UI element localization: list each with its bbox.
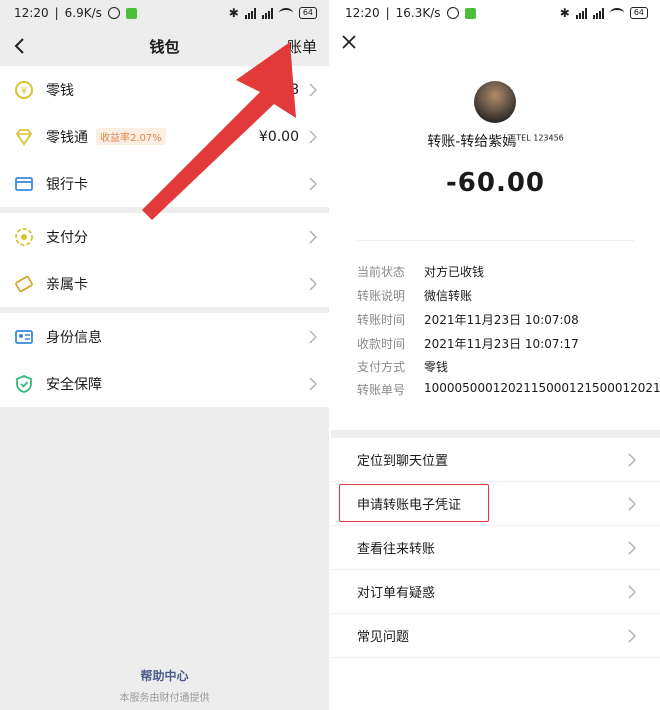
status-time: 12:20: [345, 6, 380, 20]
pay-score-icon: [14, 227, 34, 247]
battery-icon: 64: [298, 7, 317, 19]
red-highlight-annotation: [339, 484, 489, 522]
alarm-icon: [446, 7, 459, 19]
wallet-group-1: ¥ 零钱 9.68 零钱通 收益率2.07% ¥0.00 银行卡: [0, 66, 329, 207]
signal-icon: [244, 7, 256, 19]
diamond-icon: [14, 127, 34, 147]
row-label: 身份信息: [46, 329, 102, 346]
row-value: ¥0.00: [258, 128, 299, 145]
detail-row-pay-method: 支付方式 零钱: [357, 360, 449, 374]
row-value: 9.68: [267, 81, 299, 98]
status-speed: 6.9K/s: [64, 6, 102, 20]
wallet-row-change[interactable]: ¥ 零钱 9.68: [0, 66, 329, 113]
status-bar: 12:20 | 6.9K/s ✱ 64: [0, 0, 329, 26]
alarm-icon: [107, 7, 120, 19]
detail-row-note: 转账说明 微信转账: [357, 289, 473, 303]
back-arrow-icon[interactable]: [12, 36, 28, 56]
wallet-row-identity[interactable]: 身份信息: [0, 313, 329, 360]
bank-card-icon: [14, 174, 34, 194]
payee-line: 转账-转给紫嫣TEL 123456: [331, 131, 660, 151]
wallet-row-security[interactable]: 安全保障: [0, 360, 329, 407]
detail-row-order-no: 转账单号 100005000120211500012150001202171: [357, 381, 660, 397]
status-time: 12:20: [14, 6, 49, 20]
chevron-right-icon: [628, 541, 636, 555]
chevron-right-icon: [628, 497, 636, 511]
chevron-right-icon: [628, 629, 636, 643]
id-card-icon: [14, 327, 34, 347]
close-icon[interactable]: [341, 34, 357, 50]
action-view-transfers[interactable]: 查看往来转账: [331, 526, 660, 570]
transfer-detail-screen: 12:20 | 16.3K/s ✱ 64 转账-转给紫嫣TEL 123456 -…: [331, 0, 660, 710]
family-card-icon: [14, 274, 34, 294]
detail-row-transfer-time: 转账时间 2021年11月23日 10:07:08: [357, 313, 579, 327]
action-locate-chat[interactable]: 定位到聊天位置: [331, 438, 660, 482]
action-order-question[interactable]: 对订单有疑惑: [331, 570, 660, 614]
wallet-group-2: 支付分 亲属卡: [0, 213, 329, 307]
row-label: 银行卡: [46, 176, 88, 193]
signal-icon-2: [592, 7, 604, 19]
chevron-right-icon: [628, 585, 636, 599]
chevron-right-icon: [309, 330, 317, 344]
chevron-right-icon: [309, 83, 317, 97]
yield-badge: 收益率2.07%: [96, 128, 166, 145]
bluetooth-icon: ✱: [228, 6, 239, 20]
status-speed: 16.3K/s: [395, 6, 441, 20]
separator: [357, 240, 634, 241]
wallet-row-pay-score[interactable]: 支付分: [0, 213, 329, 260]
action-faq[interactable]: 常见问题: [331, 614, 660, 658]
chevron-right-icon: [309, 130, 317, 144]
row-label: 零钱通: [46, 129, 88, 146]
wallet-row-family-card[interactable]: 亲属卡: [0, 260, 329, 307]
app-notification-icon: [464, 7, 476, 19]
app-notification-icon: [125, 7, 137, 19]
payee-avatar: [474, 81, 516, 123]
signal-icon-2: [261, 7, 273, 19]
bill-button[interactable]: 账单: [287, 36, 317, 57]
signal-icon: [575, 7, 587, 19]
wifi-icon: [609, 8, 624, 18]
transfer-amount: -60.00: [445, 168, 546, 198]
row-label: 零钱: [46, 82, 74, 99]
payee-name: 转账-转给紫嫣: [427, 134, 517, 150]
wallet-row-lingqiantong[interactable]: 零钱通 收益率2.07% ¥0.00: [0, 113, 329, 160]
payee-tel: TEL 123456: [516, 133, 564, 143]
row-label: 支付分: [46, 229, 88, 246]
battery-icon: 64: [629, 7, 648, 19]
nav-bar: 钱包 账单: [0, 26, 329, 66]
wallet-screen: 12:20 | 6.9K/s ✱ 64 钱包 账单 ¥ 零钱 9.68 零钱通 …: [0, 0, 329, 710]
detail-row-status: 当前状态 对方已收钱: [357, 265, 485, 279]
wifi-icon: [278, 8, 293, 18]
wallet-row-bank-card[interactable]: 银行卡: [0, 160, 329, 207]
chevron-right-icon: [628, 453, 636, 467]
chevron-right-icon: [309, 177, 317, 191]
service-provider-note: 本服务由财付通提供: [119, 693, 210, 704]
row-label: 安全保障: [46, 376, 102, 393]
shield-icon: [14, 374, 34, 394]
row-label: 亲属卡: [46, 276, 88, 293]
coin-icon: ¥: [14, 80, 34, 100]
chevron-right-icon: [309, 277, 317, 291]
page-title: 钱包: [149, 37, 180, 56]
wallet-group-3: 身份信息 安全保障: [0, 313, 329, 407]
detail-row-receive-time: 收款时间 2021年11月23日 10:07:17: [357, 337, 579, 351]
chevron-right-icon: [309, 377, 317, 391]
action-list: 定位到聊天位置 申请转账电子凭证 查看往来转账 对订单有疑惑 常见问题: [331, 430, 660, 658]
chevron-right-icon: [309, 230, 317, 244]
svg-text:¥: ¥: [21, 86, 27, 97]
status-bar: 12:20 | 16.3K/s ✱ 64: [331, 0, 660, 26]
help-center-link[interactable]: 帮助中心: [0, 667, 329, 684]
bluetooth-icon: ✱: [559, 6, 570, 20]
